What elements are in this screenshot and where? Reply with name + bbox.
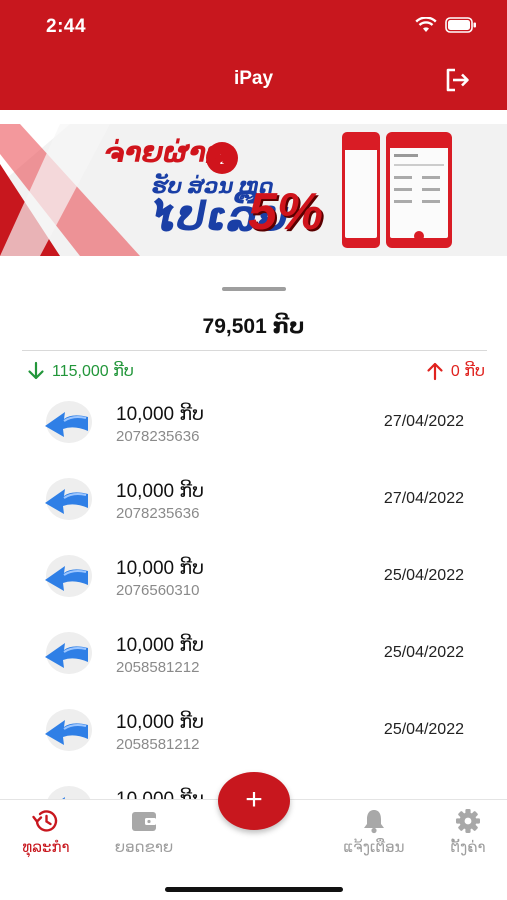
gear-icon: [456, 809, 480, 833]
bell-icon: [364, 810, 384, 834]
app-screen: 2:44 iPay i ຈ່າຍຜ່ານ ຮັບ ສ່ວນ ຫຼຸດ ໄປເລີ…: [0, 0, 507, 900]
transaction-amount: 10,000 ກີບ: [116, 558, 205, 579]
tab-settings[interactable]: ຕັ້ງຄ່າ: [428, 808, 507, 856]
wallet-icon: [132, 812, 156, 831]
transaction-amount: 10,000 ກີບ: [116, 481, 205, 502]
transaction-account: 2058581212: [116, 659, 200, 676]
transaction-account: 2076560310: [116, 582, 200, 599]
phone-mockup: [342, 132, 452, 248]
transaction-date: 27/04/2022: [383, 413, 464, 430]
battery-icon: [445, 17, 476, 33]
page-title: iPay: [233, 68, 274, 89]
transaction-amount: 10,000 ກີບ: [116, 712, 205, 733]
transaction-amount: 10,000 ກີບ: [116, 635, 205, 656]
status-time: 2:44: [46, 16, 87, 37]
divider: [22, 350, 487, 351]
transaction-date: 25/04/2022: [383, 567, 464, 584]
transaction-date: 25/04/2022: [383, 721, 464, 738]
balance-total: 79,501 ກີບ: [202, 315, 305, 338]
app-header: 2:44 iPay: [0, 0, 507, 110]
reply-arrow-icon: [45, 478, 92, 520]
transaction-row[interactable]: 10,000 ກີບ 2078235636 27/04/2022: [0, 385, 507, 462]
transaction-row[interactable]: 10,000 ກີບ 2078235636 27/04/2022: [0, 462, 507, 539]
transaction-account: 2078235636: [116, 505, 200, 522]
home-indicator[interactable]: [165, 887, 343, 892]
outgoing-amount: 0 ກີບ: [450, 363, 485, 380]
transaction-date: 27/04/2022: [383, 490, 464, 507]
sheet-drag-handle[interactable]: [222, 287, 286, 291]
transaction-account: 2078235636: [116, 428, 200, 445]
transaction-row[interactable]: 10,000 ກີບ 2076560310 25/04/2022: [0, 539, 507, 616]
tab-sales[interactable]: ຍອດຂາຍ: [104, 808, 184, 856]
arrow-up-icon: [427, 362, 443, 381]
status-icons: [415, 17, 477, 33]
wifi-icon: [415, 17, 437, 32]
transaction-row[interactable]: 10,000 ກີບ 2058581212 25/04/2022: [0, 616, 507, 693]
reply-arrow-icon: [45, 709, 92, 751]
arrow-down-icon: [28, 361, 44, 380]
tab-label: ແຈ້ງເຕືອນ: [343, 839, 405, 856]
tab-label: ທຸລະກຳ: [22, 839, 70, 856]
banner-discount: 5%: [248, 183, 324, 241]
tab-notifications[interactable]: ແຈ້ງເຕືອນ: [334, 808, 414, 856]
transaction-amount: 10,000 ກີບ: [116, 404, 205, 425]
tab-label: ຍອດຂາຍ: [114, 839, 174, 856]
transaction-account: 2058581212: [116, 736, 200, 753]
reply-arrow-icon: [45, 632, 92, 674]
logout-icon[interactable]: [443, 66, 471, 94]
promo-banner[interactable]: i ຈ່າຍຜ່ານ ຮັບ ສ່ວນ ຫຼຸດ ໄປເລີຍ 5%: [0, 124, 507, 256]
reply-arrow-icon: [45, 555, 92, 597]
tab-label: ຕັ້ງຄ່າ: [450, 839, 486, 856]
incoming-total: 115,000 ກີບ: [26, 361, 134, 381]
tab-transactions[interactable]: ທຸລະກຳ: [6, 808, 86, 856]
add-button[interactable]: +: [218, 772, 290, 830]
transaction-row[interactable]: 10,000 ກີບ 2058581212 25/04/2022: [0, 693, 507, 770]
banner-headline: ຈ່າຍຜ່ານ: [104, 137, 227, 168]
reply-arrow-icon: [45, 401, 92, 443]
transaction-date: 25/04/2022: [383, 644, 464, 661]
incoming-amount: 115,000 ກີບ: [52, 363, 134, 380]
outgoing-total: 0 ກີບ: [425, 361, 485, 381]
history-icon: [32, 810, 58, 832]
